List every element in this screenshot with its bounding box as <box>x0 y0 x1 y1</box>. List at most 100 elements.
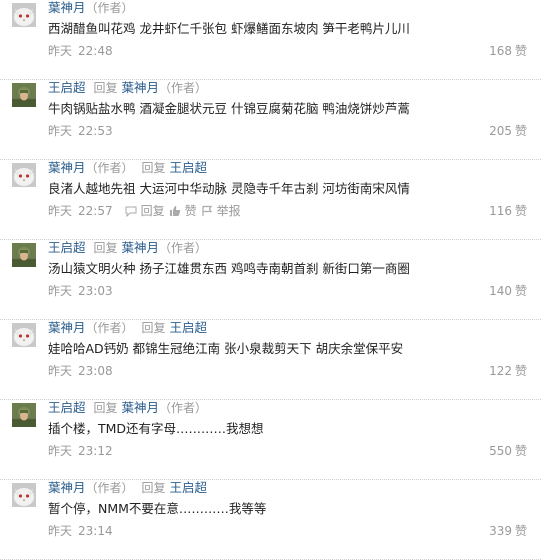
comment-meta: 昨天 23:14 <box>48 524 113 538</box>
reply-to-role-tag: （作者） <box>159 241 208 255</box>
comment-text: 娃哈哈AD钙奶 都锦生冠绝江南 张小泉裁剪天下 胡庆余堂保平安 <box>48 341 404 356</box>
author-link[interactable]: 王启超 <box>48 80 86 95</box>
like-count-value: 550 <box>489 444 512 458</box>
comment-item: 王启超 回复 葉神月（作者） 牛肉锅贴盐水鸭 酒凝金腿状元豆 什锦豆腐菊花脑 鸭油烧饼… <box>0 80 541 160</box>
soldier-avatar-image <box>12 243 36 267</box>
cat-avatar-image <box>12 163 36 187</box>
comment-meta: 昨天 23:03 <box>48 284 113 298</box>
comment-text: 暂个停，NMM不要在意…………我等等 <box>48 501 267 516</box>
reply-word: 回复 <box>93 241 118 255</box>
comment-item: 葉神月（作者） 回复 王启超娃哈哈AD钙奶 都锦生冠绝江南 张小泉裁剪天下 胡庆余堂… <box>0 320 541 400</box>
author-link[interactable]: 葉神月 <box>48 320 86 335</box>
reply-action-label: 回复 <box>140 204 165 218</box>
like-count[interactable]: 122 赞 <box>489 364 527 378</box>
reply-to-role-tag: （作者） <box>159 81 208 95</box>
comment-text: 牛肉锅贴盐水鸭 酒凝金腿状元豆 什锦豆腐菊花脑 鸭油烧饼炒芦蒿 <box>48 101 410 116</box>
cat-avatar-image <box>12 483 36 507</box>
comment-item: 葉神月（作者） 西湖醋鱼叫花鸡 龙井虾仁千张包 虾爆鳝面东坡肉 笋干老鸭片儿川 昨天… <box>0 0 541 80</box>
comment-time: 23:03 <box>78 284 113 298</box>
reply-to-role-tag: （作者） <box>159 401 208 415</box>
cat-avatar-image <box>12 323 36 347</box>
comment-meta: 昨天 22:53 <box>48 124 113 138</box>
reply-to-link[interactable]: 王启超 <box>170 160 208 175</box>
like-unit: 赞 <box>514 364 527 378</box>
comment-meta: 昨天 22:48 <box>48 44 113 58</box>
author-link[interactable]: 王启超 <box>48 400 86 415</box>
comment-header: 葉神月（作者） 回复 王启超 <box>48 160 207 176</box>
comment-header: 王启超 回复 葉神月（作者） <box>48 240 207 256</box>
comment-header: 葉神月（作者） 回复 王启超 <box>48 320 207 336</box>
comment-time: 22:57 <box>78 204 113 218</box>
comment-date: 昨天 <box>48 204 73 218</box>
comment-item: 葉神月（作者） 回复 王启超 良渚人越地先祖 大运河中华动脉 灵隐寺千年古刹 河坊街南… <box>0 160 541 240</box>
cat-avatar[interactable] <box>12 163 36 187</box>
like-count-value: 122 <box>489 364 512 378</box>
reply-word: 回复 <box>141 481 166 495</box>
comment-date: 昨天 <box>48 364 73 378</box>
reply-to-link[interactable]: 王启超 <box>170 320 208 335</box>
comment-date: 昨天 <box>48 444 73 458</box>
reply-to-link[interactable]: 王启超 <box>170 480 208 495</box>
comment-date: 昨天 <box>48 284 73 298</box>
soldier-avatar[interactable] <box>12 403 36 427</box>
like-count-value: 116 <box>489 204 512 218</box>
author-role-tag: （作者） <box>85 1 134 15</box>
reply-to-link[interactable]: 葉神月 <box>122 80 160 95</box>
reply-action[interactable]: 回复 <box>125 204 165 218</box>
reply-word: 回复 <box>141 321 166 335</box>
like-count[interactable]: 116 赞 <box>489 204 527 218</box>
comment-item: 葉神月（作者） 回复 王启超暂个停，NMM不要在意…………我等等 昨天 23:14 339… <box>0 480 541 560</box>
comment-header: 王启超 回复 葉神月（作者） <box>48 400 207 416</box>
comment-time: 22:48 <box>78 44 113 58</box>
comment-item: 王启超 回复 葉神月（作者） 插个楼，TMD还有字母…………我想想 昨天 23:12 550… <box>0 400 541 480</box>
comment-time: 23:12 <box>78 444 113 458</box>
comment-text: 汤山猿文明火种 扬子江雄贯东西 鸡鸣寺南朝首刹 新街口第一商圈 <box>48 261 410 276</box>
like-action[interactable]: 赞 <box>169 204 197 218</box>
author-link[interactable]: 葉神月 <box>48 160 86 175</box>
like-unit: 赞 <box>514 284 527 298</box>
soldier-avatar[interactable] <box>12 243 36 267</box>
reply-to-link[interactable]: 葉神月 <box>122 240 160 255</box>
like-unit: 赞 <box>514 524 527 538</box>
cat-avatar[interactable] <box>12 483 36 507</box>
like-count-value: 168 <box>489 44 512 58</box>
like-unit: 赞 <box>514 44 527 58</box>
author-role-tag: （作者） <box>85 481 134 495</box>
author-link[interactable]: 葉神月 <box>48 480 86 495</box>
comment-time: 23:08 <box>78 364 113 378</box>
comment-header: 葉神月（作者） 回复 王启超 <box>48 480 207 496</box>
comment-time: 22:53 <box>78 124 113 138</box>
comment-item: 王启超 回复 葉神月（作者） 汤山猿文明火种 扬子江雄贯东西 鸡鸣寺南朝首刹 新街口第… <box>0 240 541 320</box>
soldier-avatar[interactable] <box>12 83 36 107</box>
comment-meta: 昨天 23:12 <box>48 444 113 458</box>
author-role-tag: （作者） <box>85 161 134 175</box>
cat-avatar[interactable] <box>12 323 36 347</box>
like-count[interactable]: 205 赞 <box>489 124 527 138</box>
report-action[interactable]: 举报 <box>201 204 241 218</box>
like-count[interactable]: 339 赞 <box>489 524 527 538</box>
comment-time: 23:14 <box>78 524 113 538</box>
comment-header: 王启超 回复 葉神月（作者） <box>48 80 207 96</box>
reply-word: 回复 <box>93 401 118 415</box>
comment-header: 葉神月（作者） <box>48 0 134 16</box>
like-count-value: 140 <box>489 284 512 298</box>
cat-avatar[interactable] <box>12 3 36 27</box>
like-count-value: 205 <box>489 124 512 138</box>
comment-meta: 昨天 22:57 回复 赞 举报 <box>48 204 241 218</box>
like-count[interactable]: 550 赞 <box>489 444 527 458</box>
like-count[interactable]: 140 赞 <box>489 284 527 298</box>
comment-meta: 昨天 23:08 <box>48 364 113 378</box>
like-count-value: 339 <box>489 524 512 538</box>
report-action-label: 举报 <box>216 204 241 218</box>
author-link[interactable]: 王启超 <box>48 240 86 255</box>
comment-date: 昨天 <box>48 124 73 138</box>
author-link[interactable]: 葉神月 <box>48 0 86 15</box>
reply-word: 回复 <box>141 161 166 175</box>
comment-actions: 回复 赞 举报 <box>121 204 241 218</box>
like-count[interactable]: 168 赞 <box>489 44 527 58</box>
comment-text: 插个楼，TMD还有字母…………我想想 <box>48 421 264 436</box>
like-unit: 赞 <box>514 444 527 458</box>
reply-word: 回复 <box>93 81 118 95</box>
reply-to-link[interactable]: 葉神月 <box>122 400 160 415</box>
comment-list: 葉神月（作者） 西湖醋鱼叫花鸡 龙井虾仁千张包 虾爆鳝面东坡肉 笋干老鸭片儿川 昨天… <box>0 0 541 560</box>
